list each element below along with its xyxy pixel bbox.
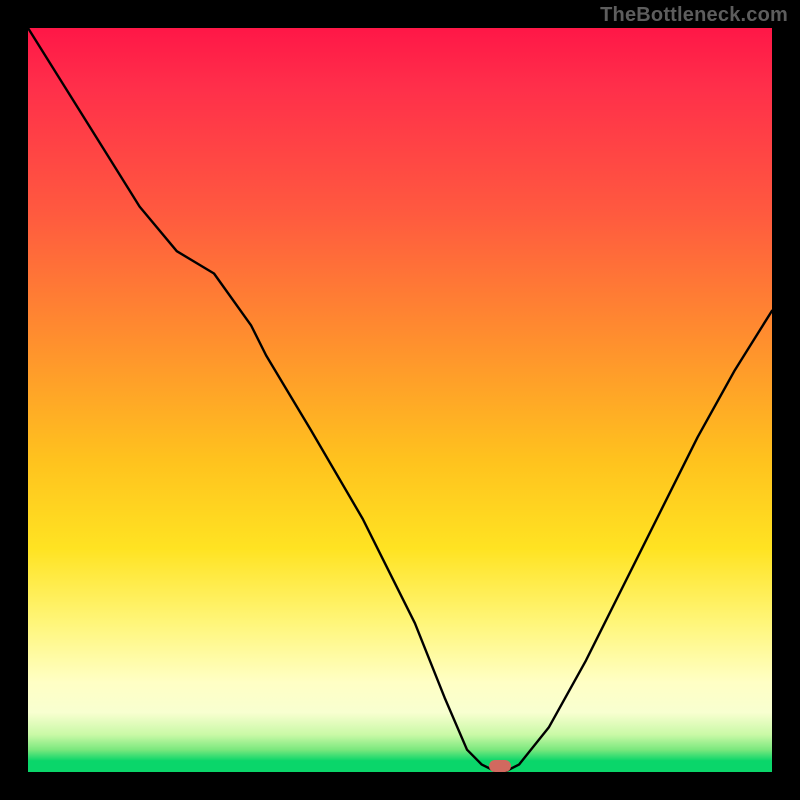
optimal-point-marker [489,760,511,772]
plot-area [28,28,772,772]
chart-frame: TheBottleneck.com [0,0,800,800]
bottleneck-curve-path [28,28,772,772]
curve-svg [28,28,772,772]
watermark-text: TheBottleneck.com [600,4,788,27]
